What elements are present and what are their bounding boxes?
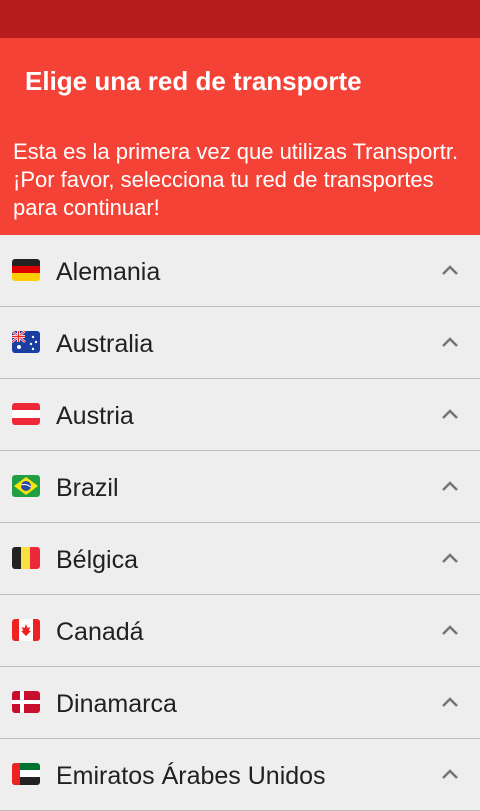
chevron-up-icon[interactable] [438, 475, 462, 499]
chevron-up-icon[interactable] [438, 763, 462, 787]
country-row-canada[interactable]: Canadá [0, 595, 480, 667]
country-row-belgica[interactable]: Bélgica [0, 523, 480, 595]
belgium-flag-icon [12, 547, 40, 569]
country-name: Brazil [56, 474, 119, 502]
chevron-up-icon[interactable] [438, 403, 462, 427]
canada-flag-icon [12, 619, 40, 641]
chevron-up-icon[interactable] [438, 691, 462, 715]
country-name: Australia [56, 330, 154, 358]
country-list: Alemania Australia Austria Brazil Bélgic… [0, 235, 480, 811]
chevron-up-icon[interactable] [438, 619, 462, 643]
australia-flag-icon [12, 331, 40, 353]
country-name: Austria [56, 402, 134, 430]
country-row-australia[interactable]: Australia [0, 307, 480, 379]
country-row-alemania[interactable]: Alemania [0, 235, 480, 307]
country-row-austria[interactable]: Austria [0, 379, 480, 451]
chevron-up-icon[interactable] [438, 331, 462, 355]
denmark-flag-icon [12, 691, 40, 713]
header: Elige una red de transporte Esta es la p… [0, 38, 480, 235]
country-name: Dinamarca [56, 690, 177, 718]
country-row-emiratos[interactable]: Emiratos Árabes Unidos [0, 739, 480, 811]
country-name: Canadá [56, 618, 144, 646]
austria-flag-icon [12, 403, 40, 425]
uae-flag-icon [12, 763, 40, 785]
country-name: Emiratos Árabes Unidos [56, 762, 326, 790]
country-row-brazil[interactable]: Brazil [0, 451, 480, 523]
country-row-dinamarca[interactable]: Dinamarca [0, 667, 480, 739]
brazil-flag-icon [12, 475, 40, 497]
chevron-up-icon[interactable] [438, 259, 462, 283]
intro-text: Esta es la primera vez que utilizas Tran… [13, 139, 459, 220]
country-name: Alemania [56, 258, 161, 286]
country-name: Bélgica [56, 546, 138, 574]
chevron-up-icon[interactable] [438, 547, 462, 571]
status-bar [0, 0, 480, 38]
germany-flag-icon [12, 259, 40, 281]
page-title: Elige una red de transporte [25, 66, 362, 96]
